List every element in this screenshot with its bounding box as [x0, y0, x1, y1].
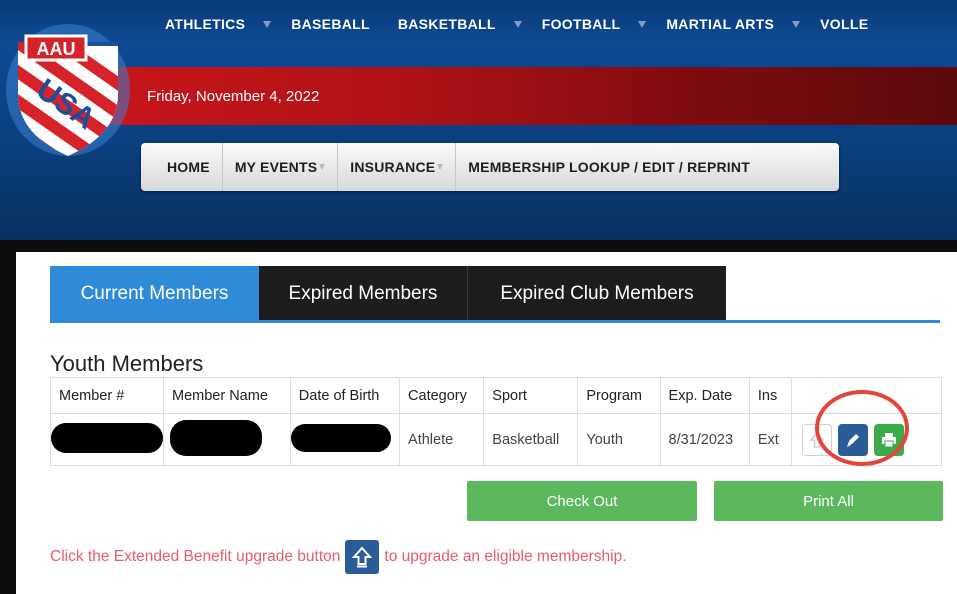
sport-nav: ATHLETICS BASEBALL BASKETBALL FOOTBALL M…	[0, 0, 957, 48]
date-of-birth-redacted	[289, 413, 401, 466]
column-header-category: Category	[399, 377, 485, 414]
column-header-program: Program	[577, 377, 661, 414]
column-header-exp-date: Exp. Date	[659, 377, 750, 414]
tab-underline	[50, 320, 940, 323]
dropdown-caret-icon	[319, 164, 326, 170]
highlight-circle-annotation	[815, 390, 909, 466]
sport-nav-martial-arts[interactable]: MARTIAL ARTS	[666, 16, 801, 32]
column-header-member-number: Member #	[50, 377, 164, 414]
dropdown-caret-icon	[638, 20, 647, 28]
notice-text-before: Click the Extended Benefit upgrade butto…	[50, 548, 341, 565]
sport-nav-basketball[interactable]: BASKETBALL	[398, 16, 522, 32]
upgrade-notice: Click the Extended Benefit upgrade butto…	[50, 540, 627, 574]
dropdown-caret-icon	[792, 20, 801, 28]
main-nav: HOME MY EVENTS INSURANCE MEMBERSHIP LOOK…	[141, 143, 839, 191]
notice-text-after: to upgrade an eligible membership.	[384, 548, 627, 565]
cell-exp-date: 8/31/2023	[659, 413, 750, 466]
table-header-row: Member # Member Name Date of Birth Categ…	[50, 377, 942, 414]
upgrade-arrow-icon	[345, 540, 380, 574]
column-header-sport: Sport	[483, 377, 579, 414]
members-table: Member # Member Name Date of Birth Categ…	[50, 377, 942, 466]
member-tabs: Current Members Expired Members Expired …	[50, 266, 726, 321]
sport-nav-football[interactable]: FOOTBALL	[542, 16, 647, 32]
redaction-mark	[170, 419, 262, 456]
cell-sport: Basketball	[483, 413, 579, 466]
sport-nav-baseball[interactable]: BASEBALL	[291, 16, 370, 32]
redaction-mark	[51, 422, 163, 453]
section-title: Youth Members	[50, 351, 204, 376]
current-date: Friday, November 4, 2022	[147, 87, 320, 105]
aau-usa-logo[interactable]: AAU USA	[4, 6, 132, 156]
tab-expired-members[interactable]: Expired Members	[259, 266, 467, 321]
column-header-ins: Ins	[748, 377, 793, 414]
sport-nav-volleyball[interactable]: VOLLE	[820, 16, 868, 32]
main-nav-my-events[interactable]: MY EVENTS	[223, 143, 339, 191]
print-all-button[interactable]: Print All	[714, 481, 943, 521]
date-banner: Friday, November 4, 2022	[95, 67, 957, 125]
dropdown-caret-icon	[263, 20, 272, 28]
main-nav-home[interactable]: HOME	[141, 143, 223, 191]
check-out-button[interactable]: Check Out	[467, 481, 697, 521]
tab-current-members[interactable]: Current Members	[50, 266, 259, 321]
main-nav-membership-lookup[interactable]: MEMBERSHIP LOOKUP / EDIT / REPRINT	[456, 143, 762, 191]
dropdown-caret-icon	[513, 20, 522, 28]
redaction-mark	[290, 423, 391, 452]
cell-ins: Ext	[748, 413, 793, 466]
cell-program: Youth	[577, 413, 661, 466]
logo-aau-text: AAU	[37, 39, 76, 59]
cell-category: Athlete	[399, 413, 485, 466]
member-name-redacted	[163, 413, 291, 466]
sport-nav-athletics[interactable]: ATHLETICS	[165, 16, 272, 32]
member-number-redacted	[50, 413, 164, 466]
table-row: Athlete Basketball Youth 8/31/2023 Ext	[50, 413, 942, 466]
column-header-member-name: Member Name	[163, 377, 291, 414]
column-header-date-of-birth: Date of Birth	[289, 377, 401, 414]
tab-expired-club-members[interactable]: Expired Club Members	[467, 266, 726, 321]
dropdown-caret-icon	[437, 164, 444, 170]
main-nav-insurance[interactable]: INSURANCE	[338, 143, 457, 191]
site-header: ATHLETICS BASEBALL BASKETBALL FOOTBALL M…	[0, 0, 957, 240]
